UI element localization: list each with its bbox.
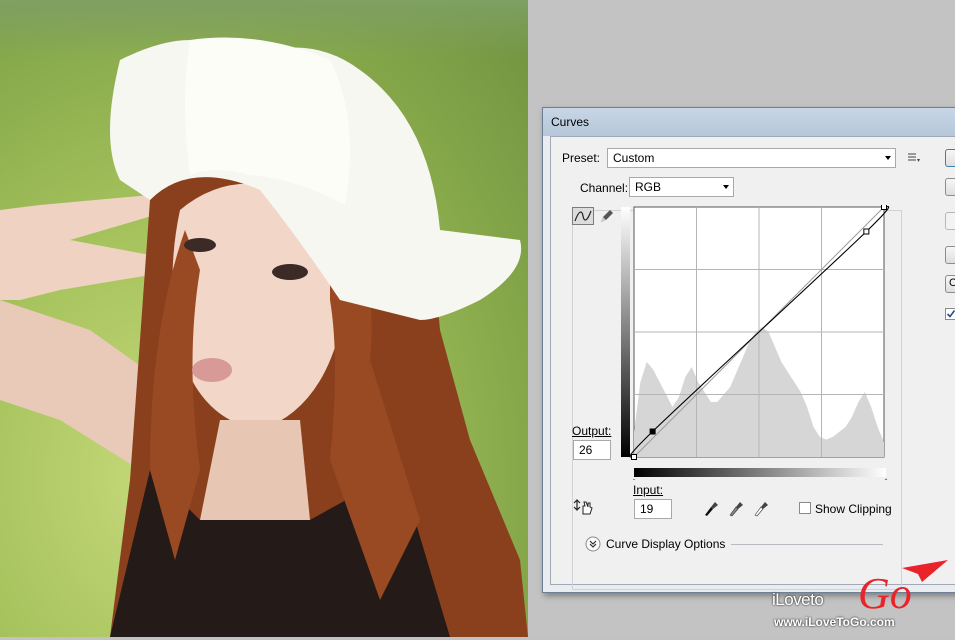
output-value: 26 — [579, 443, 593, 457]
curve-graph[interactable] — [621, 205, 901, 480]
input-label: Input: — [633, 483, 664, 497]
black-point-slider[interactable] — [630, 479, 638, 480]
channel-value: RGB — [635, 180, 662, 194]
show-clipping-checkbox[interactable] — [799, 502, 811, 514]
white-eyedropper-icon[interactable] — [753, 499, 769, 517]
brand-prefix: iLoveto — [772, 590, 824, 609]
dialog-titlebar[interactable]: Curves — [543, 108, 955, 136]
preview-checkbox[interactable] — [945, 308, 955, 320]
channel-select[interactable]: RGB — [629, 177, 734, 197]
output-gradient-bar — [621, 207, 630, 457]
section-divider — [731, 544, 883, 545]
photo-canvas — [0, 0, 528, 637]
options-button[interactable]: O — [945, 275, 955, 293]
preset-value: Custom — [613, 151, 655, 165]
cancel-button[interactable] — [945, 178, 955, 196]
preset-label: Preset: — [562, 151, 601, 165]
curve-control-point[interactable] — [863, 228, 870, 235]
brand-url: www.iLoveToGo.com — [774, 615, 895, 629]
gray-eyedropper-icon[interactable] — [728, 499, 744, 517]
pencil-icon[interactable] — [599, 208, 615, 224]
chevron-down-icon — [885, 156, 891, 160]
curve-display-options-label[interactable]: Curve Display Options — [606, 537, 725, 551]
input-value: 19 — [640, 502, 654, 516]
hand-target-icon[interactable] — [573, 498, 595, 518]
curve-tool-icon — [574, 210, 592, 222]
dialog-body: Preset: Custom O Channel: RGB Output: 26… — [550, 136, 955, 590]
watermark-logo: iLoveto Go www.iLoveToGo.com — [772, 560, 952, 637]
curve-control-point[interactable] — [881, 205, 887, 210]
ok-button[interactable] — [945, 149, 955, 167]
preset-menu-icon[interactable] — [907, 152, 921, 164]
options-button-label: O — [949, 277, 955, 289]
curve-tool-button[interactable] — [572, 207, 594, 225]
input-gradient-bar — [634, 468, 886, 477]
white-point-slider[interactable] — [882, 478, 890, 480]
auto-button[interactable] — [945, 246, 955, 264]
show-clipping-label: Show Clipping — [815, 502, 892, 516]
preset-select[interactable]: Custom — [607, 148, 896, 168]
curve-control-point[interactable] — [649, 428, 656, 435]
brand-suffix: Go — [858, 569, 912, 618]
output-label: Output: — [572, 424, 612, 438]
curves-dialog: Curves Preset: Custom O Channel: RGB Out… — [542, 107, 955, 593]
input-field[interactable]: 19 — [634, 499, 672, 519]
smooth-button[interactable] — [945, 212, 955, 230]
chevron-down-icon — [723, 185, 729, 189]
curve-control-point[interactable] — [631, 454, 637, 460]
output-field[interactable]: 26 — [573, 440, 611, 460]
expand-chevron-icon[interactable] — [585, 536, 601, 552]
black-eyedropper-icon[interactable] — [703, 499, 719, 517]
dialog-title: Curves — [551, 115, 590, 129]
channel-label: Channel: — [578, 181, 631, 195]
